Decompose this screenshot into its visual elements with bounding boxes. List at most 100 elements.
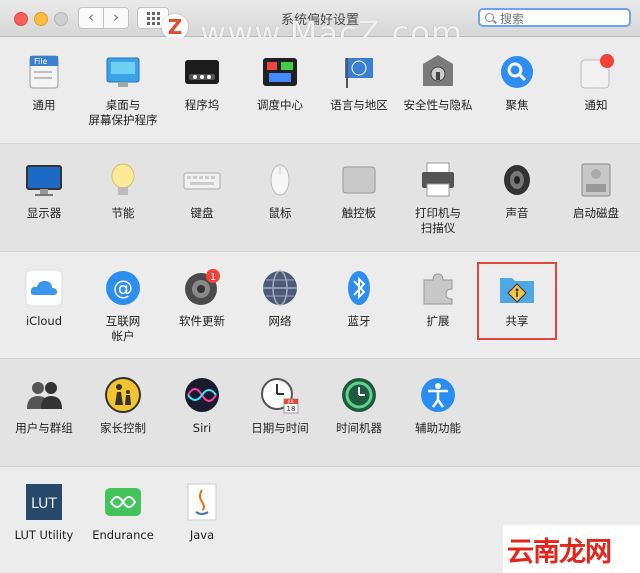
endurance-icon — [103, 482, 143, 522]
pref-pane-extensions[interactable]: 扩展 — [398, 258, 478, 356]
svg-text:18: 18 — [287, 405, 296, 413]
pref-pane-sound[interactable]: 声音 — [477, 150, 557, 248]
pref-pane-time-machine[interactable]: 时间机器 — [319, 365, 399, 463]
pref-pane-java[interactable]: Java — [162, 472, 242, 570]
pref-pane-dock[interactable]: 程序坞 — [162, 42, 242, 140]
sound-icon — [497, 160, 537, 200]
keyboard-icon — [182, 160, 222, 200]
java-icon — [182, 482, 222, 522]
pref-pane-label: 声音 — [505, 206, 529, 220]
pref-pane-label: 安全性与隐私 — [403, 98, 473, 112]
search-input[interactable] — [498, 11, 627, 27]
language-region-icon — [339, 52, 379, 92]
pref-pane-label: Siri — [192, 421, 212, 435]
pref-pane-label: 启动磁盘 — [573, 206, 619, 220]
pref-pane-label: 调度中心 — [257, 98, 303, 112]
icloud-icon — [24, 268, 64, 308]
printers-scanners-icon — [418, 160, 458, 200]
pref-pane-label: 通用 — [32, 98, 56, 112]
pref-pane-icloud[interactable]: iCloud — [4, 258, 84, 356]
pref-pane-label: 打印机与 扫描仪 — [415, 206, 461, 235]
pref-pane-label: 程序坞 — [184, 98, 220, 112]
bluetooth-icon — [339, 268, 379, 308]
pref-pane-label: 辅助功能 — [415, 421, 461, 435]
desktop-screensaver-icon — [103, 52, 143, 92]
pref-pane-spotlight[interactable]: 聚焦 — [477, 42, 557, 140]
svg-text:File: File — [34, 57, 47, 66]
pref-pane-label: LUT Utility — [14, 528, 74, 542]
pref-pane-displays[interactable]: 显示器 — [4, 150, 84, 248]
pref-pane-label: 时间机器 — [336, 421, 382, 435]
pref-pane-label: 互联网 帐户 — [105, 314, 141, 343]
forward-button[interactable]: › — [103, 7, 129, 29]
pref-pane-label: 网络 — [268, 314, 292, 328]
pref-pane-mouse[interactable]: 鼠标 — [240, 150, 320, 248]
pref-pane-printers-scanners[interactable]: 打印机与 扫描仪 — [398, 150, 478, 248]
users-groups-icon — [24, 375, 64, 415]
pref-pane-label: 显示器 — [26, 206, 62, 220]
extensions-icon — [418, 268, 458, 308]
network-icon — [260, 268, 300, 308]
search-icon — [485, 13, 494, 22]
pref-pane-software-update[interactable]: 1 软件更新 — [162, 258, 242, 356]
pref-pane-network[interactable]: 网络 — [240, 258, 320, 356]
pref-pane-endurance[interactable]: Endurance — [83, 472, 163, 570]
pref-pane-label: 节能 — [111, 206, 135, 220]
pref-pane-label: 鼠标 — [268, 206, 292, 220]
internet-accounts-icon: @ — [103, 268, 143, 308]
pref-pane-desktop-screensaver[interactable]: 桌面与 屏幕保护程序 — [83, 42, 163, 140]
pref-pane-security-privacy[interactable]: 安全性与隐私 — [398, 42, 478, 140]
svg-text:LUT: LUT — [31, 496, 57, 512]
pref-pane-label: 日期与时间 — [251, 421, 309, 435]
pref-pane-notifications[interactable]: 通知 — [556, 42, 636, 140]
pref-pane-lut-utility[interactable]: LUT LUT Utility — [4, 472, 84, 570]
pref-pane-language-region[interactable]: 语言与地区 — [319, 42, 399, 140]
pref-pane-label: 扩展 — [426, 314, 450, 328]
pref-pane-label: Endurance — [92, 528, 154, 542]
time-machine-icon — [339, 375, 379, 415]
trackpad-icon — [339, 160, 379, 200]
parental-controls-icon — [103, 375, 143, 415]
corner-watermark: 云南龙网 — [503, 525, 640, 573]
pref-pane-trackpad[interactable]: 触控板 — [319, 150, 399, 248]
pref-pane-keyboard[interactable]: 键盘 — [162, 150, 242, 248]
pref-pane-accessibility[interactable]: 辅助功能 — [398, 365, 478, 463]
pref-pane-users-groups[interactable]: 用户与群组 — [4, 365, 84, 463]
svg-text:@: @ — [113, 276, 133, 300]
pref-pane-mission-control[interactable]: 调度中心 — [240, 42, 320, 140]
pref-pane-internet-accounts[interactable]: @ 互联网 帐户 — [83, 258, 163, 356]
mission-control-icon — [260, 52, 300, 92]
pref-pane-date-time[interactable]: JUL 18 日期与时间 — [240, 365, 320, 463]
svg-text:1: 1 — [210, 272, 216, 283]
pref-pane-startup-disk[interactable]: 启动磁盘 — [556, 150, 636, 248]
pref-pane-label: 桌面与 屏幕保护程序 — [88, 98, 158, 127]
back-button[interactable]: ‹ — [78, 7, 104, 29]
search-field[interactable] — [478, 8, 631, 27]
minimize-button[interactable] — [34, 12, 48, 26]
pref-pane-label: 用户与群组 — [15, 421, 73, 435]
pref-pane-bluetooth[interactable]: 蓝牙 — [319, 258, 399, 356]
pref-pane-label: 键盘 — [190, 206, 214, 220]
zoom-button[interactable] — [54, 12, 68, 26]
mouse-icon — [260, 160, 300, 200]
spotlight-icon — [497, 52, 537, 92]
dock-icon — [182, 52, 222, 92]
pref-pane-general[interactable]: File 通用 — [4, 42, 84, 140]
pref-pane-label: 家长控制 — [100, 421, 146, 435]
pref-pane-label: Java — [189, 528, 215, 542]
pref-pane-label: 触控板 — [341, 206, 377, 220]
lut-utility-icon: LUT — [24, 482, 64, 522]
security-privacy-icon — [418, 52, 458, 92]
pref-pane-parental-controls[interactable]: 家长控制 — [83, 365, 163, 463]
pref-pane-siri[interactable]: Siri — [162, 365, 242, 463]
accessibility-icon — [418, 375, 458, 415]
displays-icon — [24, 160, 64, 200]
pref-pane-label: 语言与地区 — [330, 98, 388, 112]
pref-pane-label: 软件更新 — [179, 314, 225, 328]
general-icon: File — [24, 52, 64, 92]
pref-pane-label: iCloud — [25, 314, 63, 328]
software-update-icon: 1 — [182, 268, 222, 308]
pref-pane-energy-saver[interactable]: 节能 — [83, 150, 163, 248]
close-button[interactable] — [14, 12, 28, 26]
energy-saver-icon — [103, 160, 143, 200]
